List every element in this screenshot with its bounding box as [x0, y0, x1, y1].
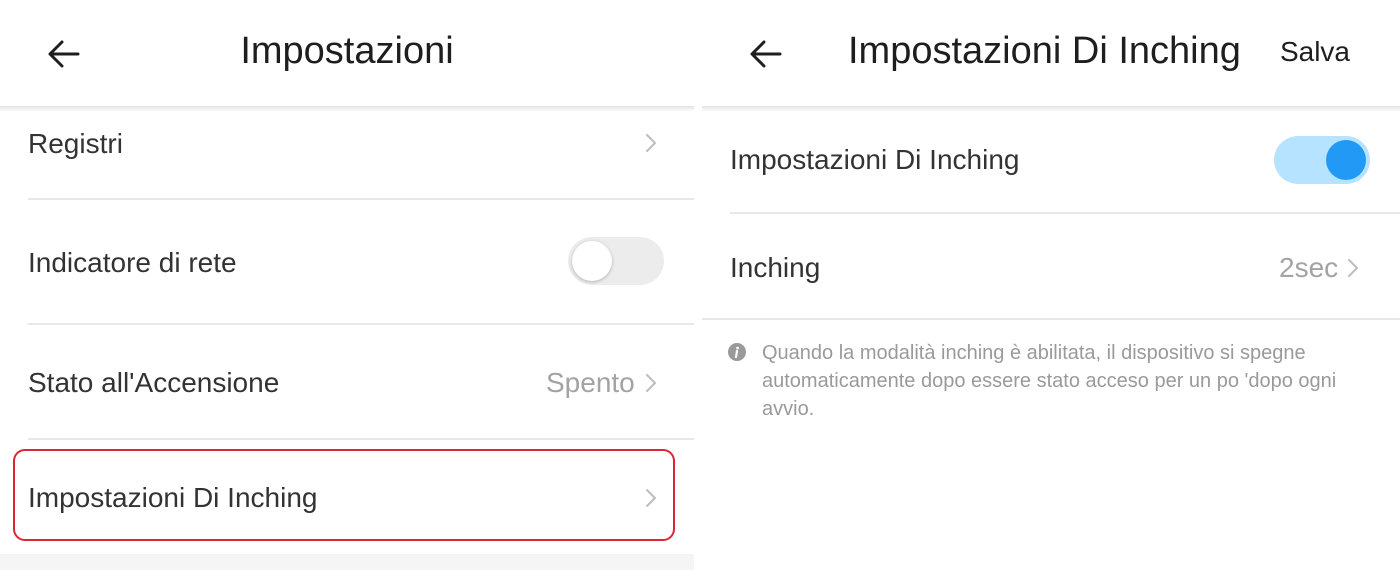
chevron-right-icon	[646, 134, 656, 152]
back-arrow-icon[interactable]	[748, 36, 784, 72]
inching-info-text: Quando la modalità inching è abilitata, …	[762, 342, 1337, 420]
chevron-right-icon	[1348, 259, 1358, 277]
inching-header: Impostazioni Di Inching Salva	[702, 0, 1400, 106]
list-item-registri[interactable]: Registri	[28, 106, 694, 198]
settings-screen: Impostazioni Registri Indicatore di rete…	[0, 0, 694, 570]
bottom-strip	[0, 554, 694, 570]
inching-toggle[interactable]	[1274, 136, 1370, 184]
page-title: Impostazioni Di Inching	[848, 30, 1241, 72]
chevron-right-icon	[646, 374, 656, 392]
inching-settings-screen: Impostazioni Di Inching Salva Impostazio…	[702, 0, 1400, 570]
info-icon	[728, 343, 746, 361]
list-item-label: Inching	[730, 252, 821, 283]
power-on-state-value: Spento	[546, 367, 635, 398]
list-item-inching-toggle: Impostazioni Di Inching	[730, 108, 1400, 212]
highlight-box	[13, 449, 675, 541]
settings-header: Impostazioni	[0, 0, 694, 106]
list-item-label: Indicatore di rete	[28, 247, 237, 278]
list-item-label: Stato all'Accensione	[28, 367, 280, 398]
network-indicator-toggle[interactable]	[568, 237, 664, 285]
inching-duration-value: 2sec	[1279, 252, 1339, 283]
page-title: Impostazioni	[240, 30, 454, 72]
save-button[interactable]: Salva	[1280, 36, 1350, 68]
toggle-knob	[572, 241, 612, 281]
list-item-label: Impostazioni Di Inching	[730, 144, 1020, 175]
screen-gutter	[694, 0, 702, 570]
list-item-label: Registri	[28, 128, 123, 159]
list-item-inching[interactable]: Inching 2sec	[730, 214, 1400, 318]
list-item-indicatore-di-rete: Indicatore di rete	[28, 200, 694, 323]
divider	[702, 318, 1400, 320]
toggle-knob	[1326, 140, 1366, 180]
list-item-stato-accensione[interactable]: Stato all'Accensione Spento	[28, 325, 694, 438]
